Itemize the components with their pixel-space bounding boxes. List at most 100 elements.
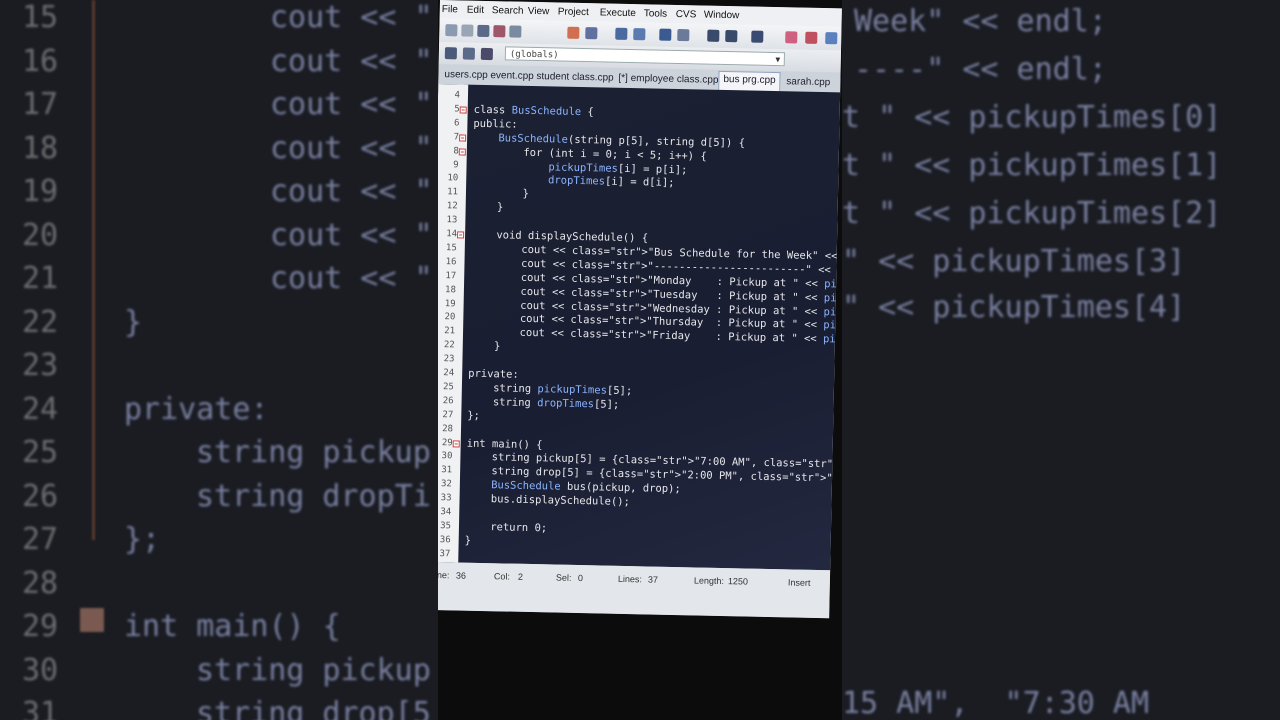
fold-toggle-icon[interactable] xyxy=(452,439,460,448)
background-code-line: string dropTi xyxy=(196,478,431,514)
line-number: 34 xyxy=(440,507,452,518)
print-icon[interactable] xyxy=(509,25,522,38)
code-line: }; xyxy=(467,409,481,422)
fold-toggle-icon[interactable] xyxy=(457,231,465,239)
indent-icon[interactable] xyxy=(707,29,720,42)
background-code-line: cout << " xyxy=(270,87,433,122)
new-file-icon[interactable] xyxy=(445,24,458,37)
save-icon[interactable] xyxy=(477,24,490,38)
code-line: } xyxy=(464,534,472,547)
code-editor[interactable]: 4 5 class BusSchedule {6 public: 7 BusSchedu… xyxy=(438,83,841,571)
background-line-number: 25 xyxy=(22,435,59,470)
goto-line-icon[interactable] xyxy=(659,28,672,41)
toggle-icon[interactable] xyxy=(480,47,494,61)
code-line: string dropTimes[5]; xyxy=(492,395,620,411)
monitor-photo: File Edit Search View Project Execute To… xyxy=(438,0,842,720)
background-code-line: " << pickupTimes[3] xyxy=(842,244,1186,279)
fold-toggle-icon[interactable] xyxy=(459,106,467,114)
menu-search[interactable]: Search xyxy=(492,5,524,17)
background-code-line: string pickup xyxy=(196,435,431,470)
background-code-line: cout << " xyxy=(270,130,433,166)
open-file-icon[interactable] xyxy=(461,24,474,37)
line-number: 5 xyxy=(454,104,460,115)
line-number: 10 xyxy=(447,173,459,184)
line-number: 19 xyxy=(444,298,456,309)
background-line-number: 28 xyxy=(22,565,59,601)
line-number: 20 xyxy=(444,312,456,323)
tab-bus-prg-cpp[interactable]: bus prg.cpp xyxy=(718,70,781,92)
line-number: 23 xyxy=(443,354,455,365)
background-code-line: cout << " xyxy=(270,0,433,35)
unindent-icon[interactable] xyxy=(725,29,738,43)
background-line-number: 31 xyxy=(22,696,59,720)
tab-event-cpp[interactable]: event.cpp xyxy=(486,68,538,85)
code-line: void displaySchedule() { xyxy=(496,229,649,245)
line-number: 6 xyxy=(453,118,460,129)
status-insert-mode: Insert xyxy=(787,577,811,588)
background-code-line: Week" << endl; xyxy=(854,4,1107,39)
background-line-number: 20 xyxy=(22,217,59,253)
tab-employee-class-cpp[interactable]: [*] employee class.cpp xyxy=(614,71,722,89)
replace-icon[interactable] xyxy=(633,28,646,41)
code-line: bus.displaySchedule(); xyxy=(465,492,631,509)
status-col-value: 2 xyxy=(517,571,524,582)
toggle-comment-icon[interactable] xyxy=(751,30,764,43)
background-code-line: cout << " xyxy=(270,217,433,253)
background-code-line: }; xyxy=(124,522,161,557)
menu-edit[interactable]: Edit xyxy=(467,5,484,16)
menu-view[interactable]: View xyxy=(528,6,550,17)
background-code-line: private: xyxy=(124,391,269,427)
menu-execute[interactable]: Execute xyxy=(600,7,636,19)
ide-window: File Edit Search View Project Execute To… xyxy=(438,0,842,619)
code-line: } xyxy=(471,187,529,201)
background-line-number: 18 xyxy=(22,130,59,166)
line-number: 22 xyxy=(443,340,455,351)
code-line: private: xyxy=(468,367,519,381)
background-line-number: 19 xyxy=(22,174,59,209)
undo-icon[interactable] xyxy=(567,26,580,39)
background-line-number: 24 xyxy=(22,391,59,427)
bookmark-icon[interactable] xyxy=(677,28,690,42)
background-right-blur: Week" << endl; ----" << endl; t " << picku… xyxy=(842,0,1280,720)
run-icon[interactable] xyxy=(805,31,818,44)
menu-project[interactable]: Project xyxy=(558,6,589,18)
compile-run-icon[interactable] xyxy=(825,32,838,45)
line-number: 29 xyxy=(441,437,453,448)
background-line-number: 30 xyxy=(22,652,59,688)
menu-file[interactable]: File xyxy=(442,4,458,15)
line-number: 33 xyxy=(440,493,452,504)
line-number: 35 xyxy=(440,521,452,532)
scope-select[interactable]: (globals) ▼ xyxy=(504,46,785,67)
find-icon[interactable] xyxy=(615,27,628,40)
status-lines-value: 37 xyxy=(647,574,659,585)
insert-icon[interactable] xyxy=(462,47,476,60)
background-line-number: 26 xyxy=(22,478,59,514)
tab-student-class-cpp[interactable]: student class.cpp xyxy=(532,69,618,87)
line-number: 14 xyxy=(446,229,458,240)
background-fold-line xyxy=(92,0,95,540)
menu-window[interactable]: Window xyxy=(704,10,740,22)
tab-users-cpp[interactable]: users.cpp xyxy=(440,67,492,84)
line-number: 13 xyxy=(446,215,458,226)
code-line: int main() { xyxy=(466,437,543,451)
redo-icon[interactable] xyxy=(585,27,598,40)
line-number: 17 xyxy=(445,270,457,282)
background-line-number: 23 xyxy=(22,348,59,383)
tab-sarah-cpp[interactable]: sarah.cpp xyxy=(782,74,834,91)
compile-icon[interactable] xyxy=(785,31,798,44)
line-number: 24 xyxy=(443,368,455,379)
class-browser-icon[interactable] xyxy=(444,47,458,60)
menu-cvs[interactable]: CVS xyxy=(676,9,697,20)
fold-toggle-icon[interactable] xyxy=(458,148,466,156)
background-code-line: cout << " xyxy=(270,43,433,79)
status-length-label: Length: xyxy=(693,575,725,587)
background-code-line: " << pickupTimes[4] xyxy=(842,290,1186,325)
line-number: 28 xyxy=(442,423,454,434)
line-number: 37 xyxy=(439,548,451,560)
save-all-icon[interactable] xyxy=(493,25,506,38)
menu-tools[interactable]: Tools xyxy=(644,8,668,19)
code-line: class BusSchedule { xyxy=(473,103,594,119)
fold-toggle-icon[interactable] xyxy=(459,134,467,142)
background-code-line: t " << pickupTimes[2] xyxy=(842,196,1222,231)
background-code-line: 15 AM", "7:30 AM xyxy=(842,686,1150,720)
